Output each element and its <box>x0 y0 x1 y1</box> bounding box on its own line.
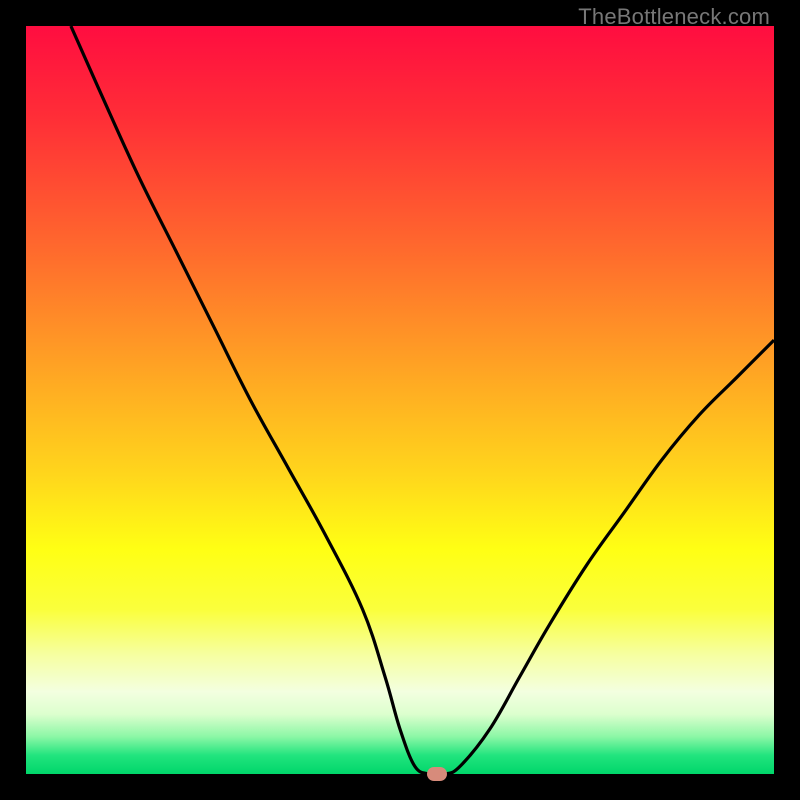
chart-frame: TheBottleneck.com <box>0 0 800 800</box>
optimal-point-marker <box>427 767 447 781</box>
plot-area <box>26 26 774 774</box>
bottleneck-curve <box>26 26 774 774</box>
